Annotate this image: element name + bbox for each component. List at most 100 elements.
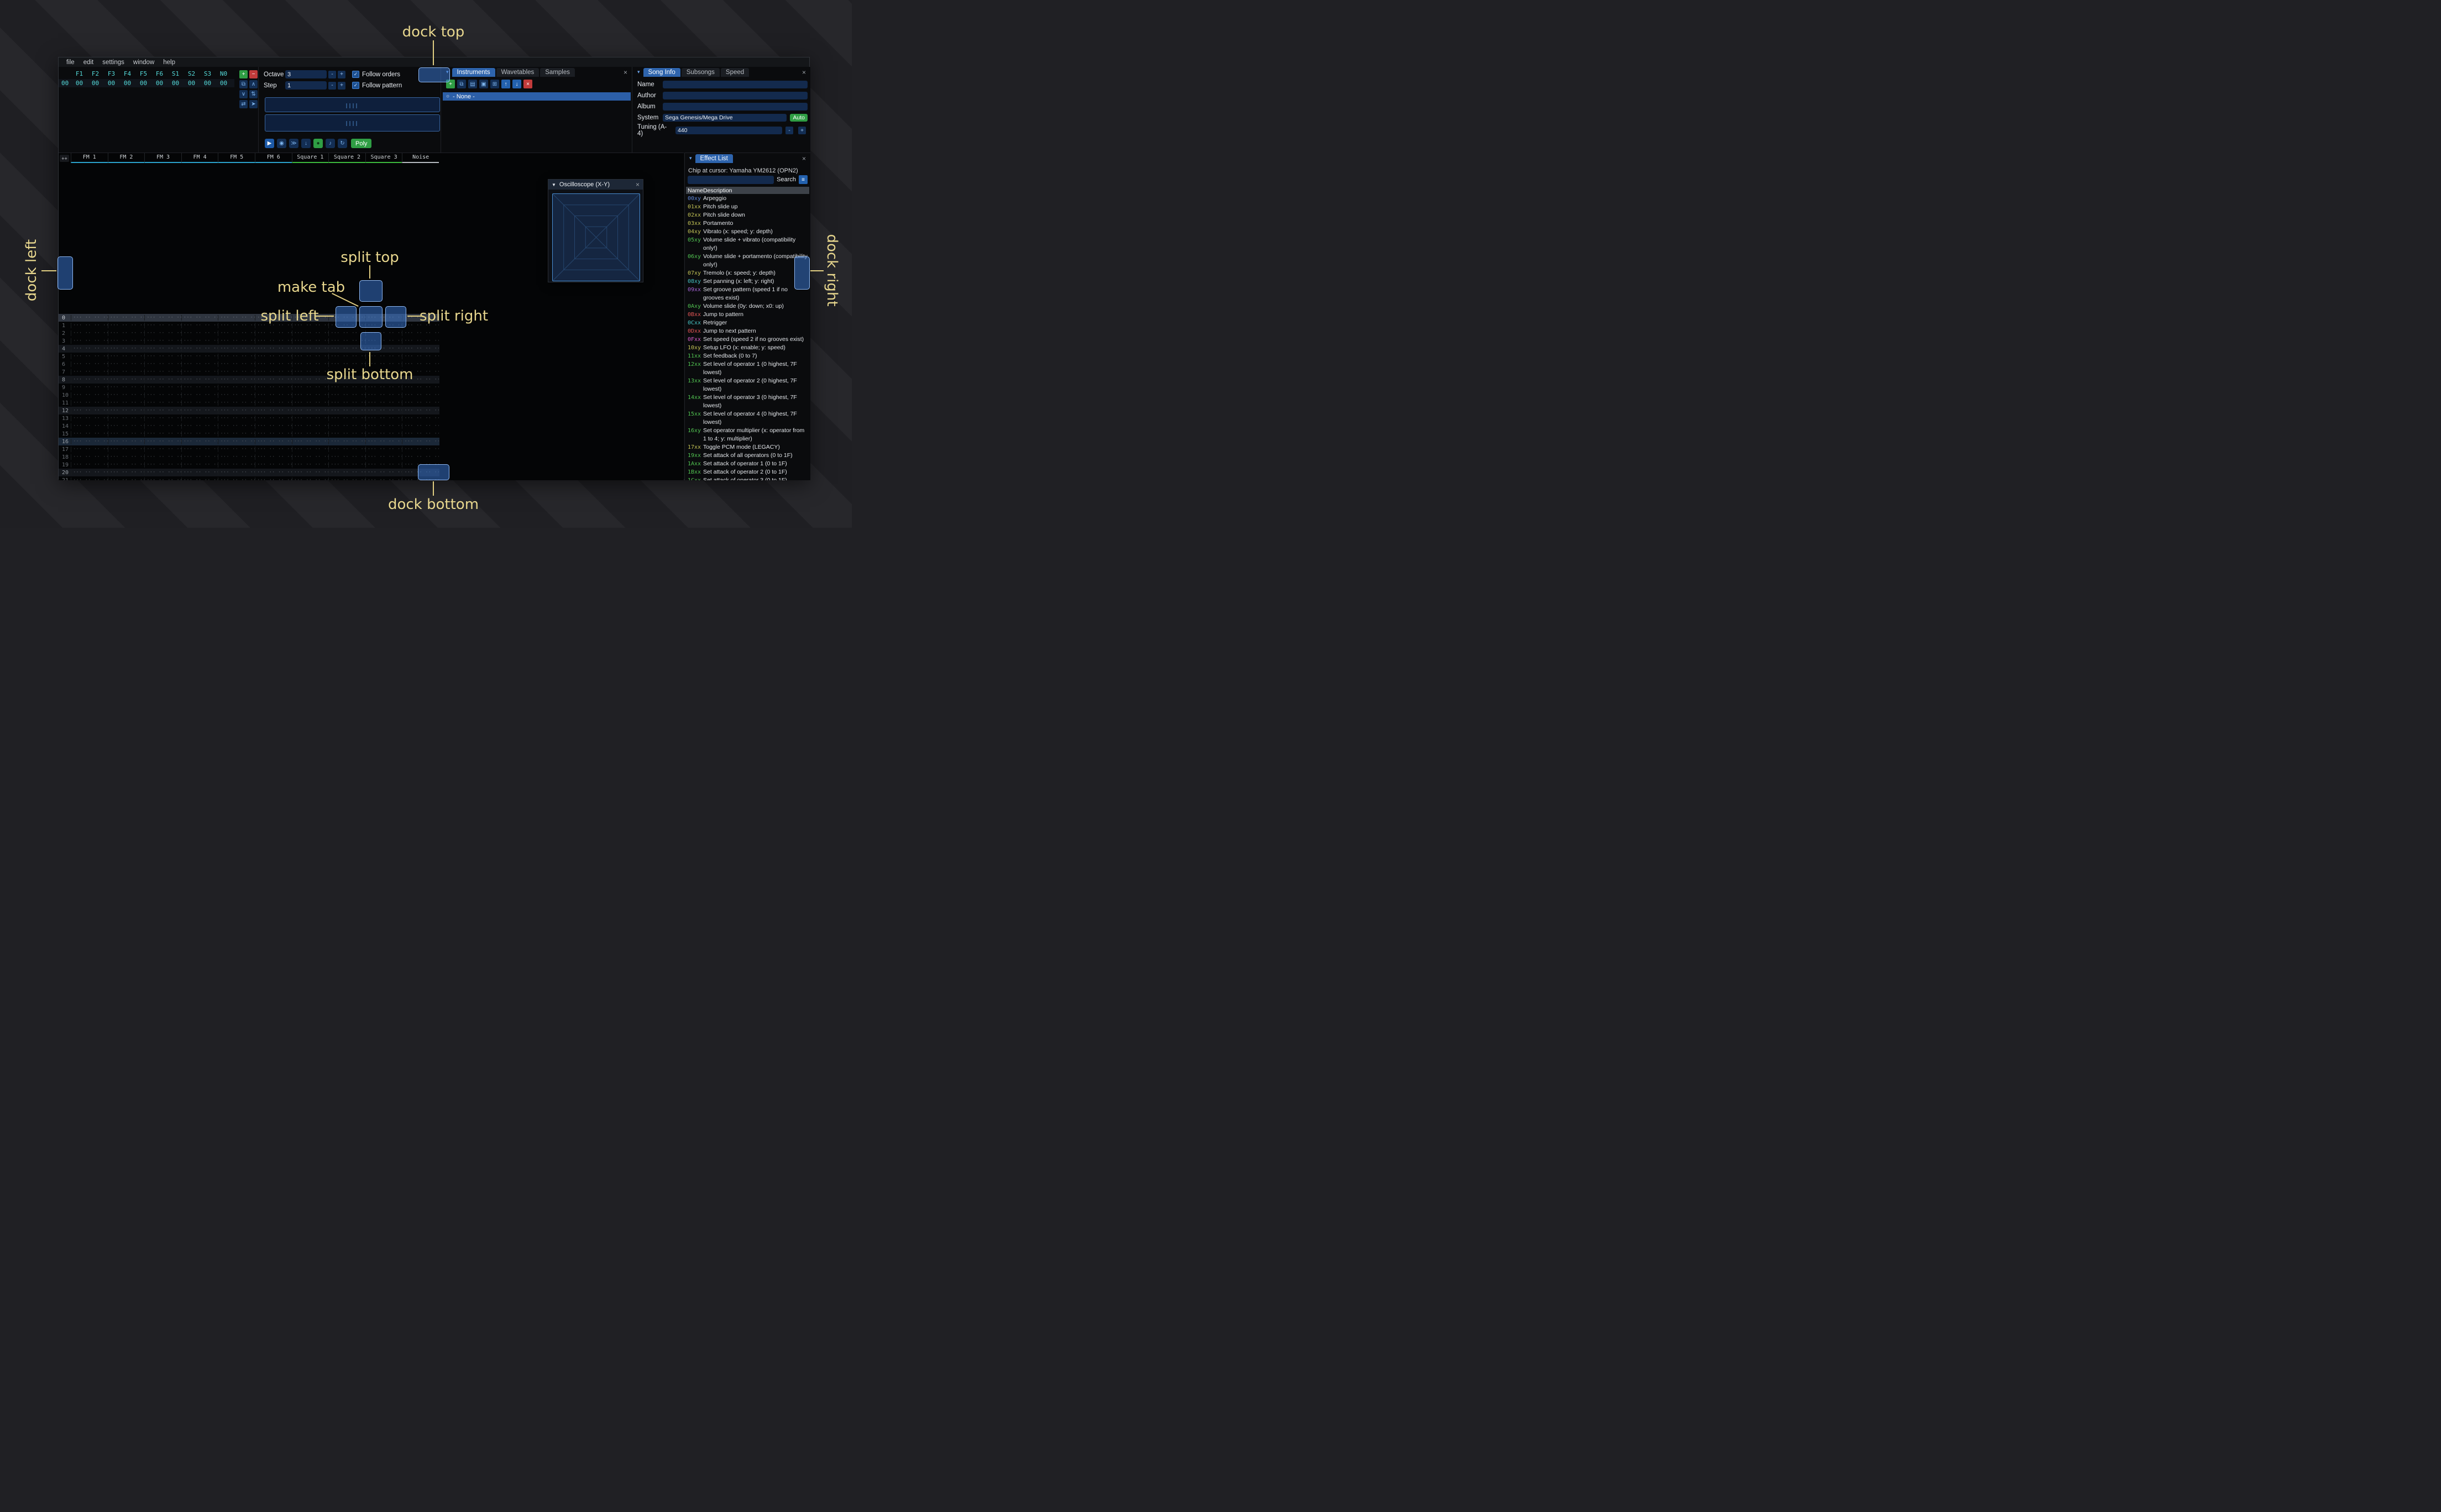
pattern-cell[interactable]: ··· ·· ·· ·· [291,408,328,413]
pattern-cell[interactable]: ··· ·· ·· ·· [402,385,439,390]
channel-header[interactable]: FM 3 [144,153,181,163]
pattern-cell[interactable]: ··· ·· ·· ·· [107,477,144,480]
pattern-cell[interactable]: ··· ·· ·· ·· [218,354,255,359]
play-pattern-button[interactable]: ◉ [277,139,286,148]
play-button[interactable]: ▶ [265,139,274,148]
pattern-cell[interactable]: ··· ·· ·· ·· [291,392,328,398]
effect-search-input[interactable] [688,175,774,184]
pattern-cell[interactable]: ··· ·· ·· ·· [328,431,365,437]
pattern-cell[interactable]: ··· ·· ·· ·· [144,346,181,351]
pattern-cell[interactable]: ··· ·· ·· ·· [402,338,439,344]
pattern-cell[interactable]: ··· ·· ·· ·· [107,454,144,460]
order-cell[interactable]: 00 [216,80,232,87]
field-input[interactable] [663,81,808,88]
pattern-cell[interactable]: ··· ·· ·· ·· [254,361,292,367]
instrument-move-down-button[interactable]: ↓ [512,80,521,88]
pattern-cell[interactable]: ··· ·· ·· ·· [181,462,218,468]
pattern-cell[interactable]: ··· ·· ·· ·· [218,377,255,382]
tuning-increase-button[interactable]: + [798,127,806,134]
pattern-cell[interactable]: ··· ·· ·· ·· [181,385,218,390]
pattern-cell[interactable]: ··· ·· ·· ·· [402,454,439,460]
piano-widget[interactable] [265,97,440,132]
pattern-cell[interactable]: ··· ·· ·· ·· [107,323,144,328]
pattern-cell[interactable]: ··· ·· ·· ·· [254,392,292,398]
pattern-cell[interactable]: ··· ·· ·· ·· [71,470,108,475]
pattern-cell[interactable]: ··· ·· ·· ·· [71,400,108,406]
pattern-cell[interactable]: ··· ·· ·· ·· [291,330,328,336]
effect-row[interactable]: 11xx Set feedback (0 to 7) [686,352,809,360]
piano-upper-octave[interactable] [265,97,440,112]
pattern-cell[interactable]: ··· ·· ·· ·· [107,338,144,344]
effect-row[interactable]: 0Bxx Jump to pattern [686,311,809,319]
pattern-cell[interactable]: ··· ·· ·· ·· [254,416,292,421]
pattern-cell[interactable]: ··· ·· ·· ·· [218,323,255,328]
pattern-cell[interactable]: ··· ·· ·· ·· [365,354,402,359]
tab-list-icon[interactable]: ▾ [635,69,642,75]
instruments-tab[interactable]: Instruments [452,67,495,77]
collapse-icon[interactable]: ▼ [552,182,556,187]
order-cell[interactable]: 00 [151,80,167,87]
pattern-cell[interactable]: ··· ·· ·· ·· [107,385,144,390]
pattern-cell[interactable]: ··· ·· ·· ·· [291,454,328,460]
pattern-cell[interactable]: ··· ·· ·· ·· [328,392,365,398]
pattern-cell[interactable]: ··· ·· ·· ·· [291,369,328,375]
pattern-cell[interactable]: ··· ·· ·· ·· [181,338,218,344]
order-move-down-button[interactable]: ∨ [239,90,248,98]
song-info-tab[interactable]: Song Info [643,67,680,77]
auto-button[interactable]: Auto [790,114,808,122]
pattern-cell[interactable]: ··· ·· ·· ·· [144,447,181,452]
pattern-cell[interactable]: ··· ·· ·· ·· [365,431,402,437]
pattern-cell[interactable]: ··· ·· ·· ·· [218,462,255,468]
menu-item[interactable]: file [62,59,79,66]
instrument-duplicate-button[interactable]: ⧉ [457,80,466,88]
pattern-cell[interactable]: ··· ·· ·· ·· [254,439,292,444]
pattern-cell[interactable]: ··· ·· ·· ·· [365,447,402,452]
menu-item[interactable]: window [129,59,159,66]
pattern-cell[interactable]: ··· ·· ·· ·· [181,323,218,328]
pattern-cell[interactable]: ··· ·· ·· ·· [328,477,365,480]
pattern-cell[interactable]: ··· ·· ·· ·· [328,346,365,351]
pattern-cell[interactable]: ··· ·· ·· ·· [181,330,218,336]
pattern-cell[interactable]: ··· ·· ·· ·· [71,477,108,480]
pattern-cell[interactable]: ··· ·· ·· ·· [328,400,365,406]
pattern-cell[interactable]: ··· ·· ·· ·· [254,346,292,351]
pattern-cell[interactable]: ··· ·· ·· ·· [181,346,218,351]
pattern-cell[interactable]: ··· ·· ·· ·· [402,416,439,421]
pattern-cell[interactable]: ··· ·· ·· ·· [218,392,255,398]
pattern-cell[interactable]: ··· ·· ·· ·· [107,377,144,382]
pattern-cell[interactable]: ··· ·· ·· ·· [218,439,255,444]
make-tab-target[interactable] [359,306,383,328]
poly-button[interactable]: Poly [351,139,372,148]
pattern-cell[interactable]: ··· ·· ·· ·· [181,361,218,367]
pattern-cell[interactable]: ··· ·· ·· ·· [365,416,402,421]
pattern-cell[interactable]: ··· ·· ·· ·· [71,408,108,413]
pattern-cell[interactable]: ··· ·· ·· ·· [218,400,255,406]
pattern-cell[interactable]: ··· ·· ·· ·· [144,416,181,421]
channel-header[interactable]: Square 1 [291,153,329,163]
close-icon[interactable]: × [800,69,808,76]
follow-pattern-checkbox[interactable]: ✓ [352,82,359,89]
pattern-cell[interactable]: ··· ·· ·· ·· [107,354,144,359]
split-target-top[interactable] [359,280,383,302]
effect-row[interactable]: 16xy Set operator multiplier (x: operato… [686,427,809,443]
pattern-cell[interactable]: ··· ·· ·· ·· [365,439,402,444]
order-deep-clone-button[interactable]: ⇅ [249,90,258,98]
pattern-cell[interactable]: ··· ·· ·· ·· [181,447,218,452]
repeat-pattern-button[interactable]: ↻ [338,139,347,148]
order-cell[interactable]: 00 [184,80,200,87]
pattern-cell[interactable]: ··· ·· ·· ·· [71,338,108,344]
instrument-list-item[interactable]: ○ - None - [443,92,631,101]
pattern-cell[interactable]: ··· ·· ·· ·· [328,439,365,444]
pattern-cell[interactable]: ··· ·· ·· ·· [291,423,328,429]
effect-row[interactable]: 1Bxx Set attack of operator 2 (0 to 1F) [686,468,809,476]
order-move-up-button[interactable]: ∧ [249,80,258,88]
pattern-cell[interactable]: ··· ·· ·· ·· [254,377,292,382]
pattern-cell[interactable]: ··· ·· ·· ·· [254,338,292,344]
pattern-cell[interactable]: ··· ·· ·· ·· [402,354,439,359]
pattern-cell[interactable]: ··· ·· ·· ·· [144,400,181,406]
pattern-cell[interactable]: ··· ·· ·· ·· [144,477,181,480]
pattern-cell[interactable]: ··· ·· ·· ·· [291,400,328,406]
pattern-cell[interactable]: ··· ·· ·· ·· [402,346,439,351]
pattern-cell[interactable]: ··· ·· ·· ·· [107,315,144,321]
pattern-cell[interactable]: ··· ·· ·· ·· [328,447,365,452]
